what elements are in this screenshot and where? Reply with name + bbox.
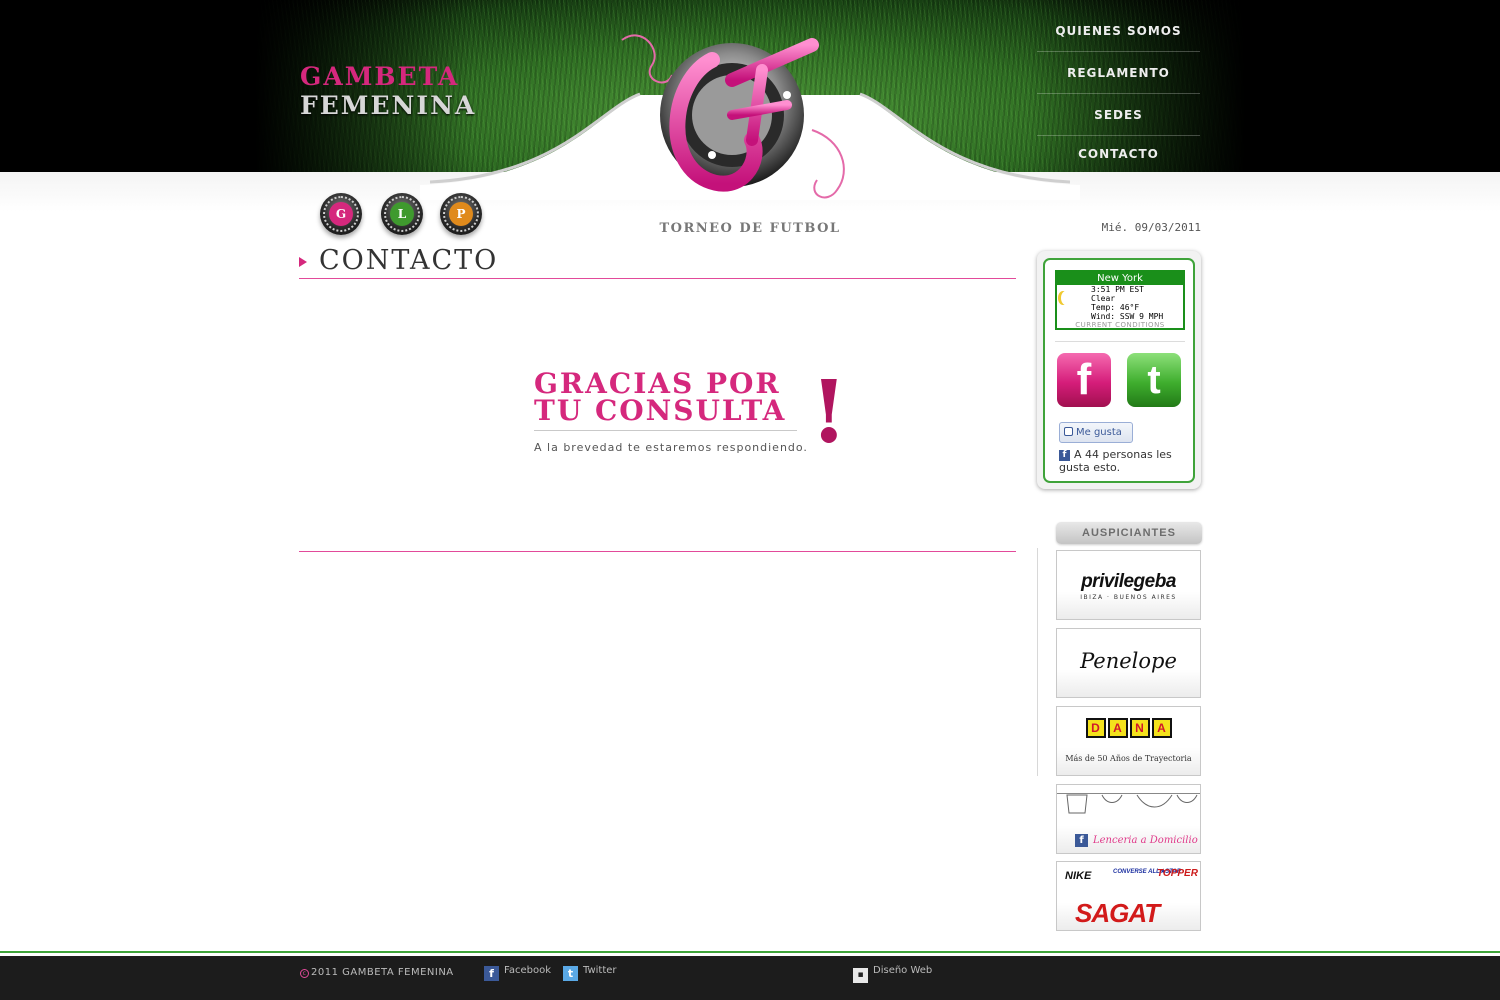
footer-facebook-label: Facebook <box>504 965 551 976</box>
gf-logo-emblem[interactable] <box>612 20 862 220</box>
sidebar-widget-box: New York 3:51 PM EST Clear Temp: 46°F Wi… <box>1037 251 1201 489</box>
sponsor-topper: TOPPER <box>1157 868 1198 879</box>
footer-design-link[interactable]: ▪ Diseño Web <box>853 965 932 983</box>
sponsor-lenceria-sub: Lenceria a Domicilio <box>1093 835 1198 846</box>
facebook-small-icon: f <box>1059 450 1070 461</box>
sponsor-dana[interactable]: DANA Más de 50 Años de Trayectoria <box>1056 706 1201 776</box>
round-button-p[interactable]: P <box>440 193 482 235</box>
twitter-button[interactable]: t <box>1127 353 1181 407</box>
exclamation-icon: ! <box>810 362 848 463</box>
brand-line1: GAMBETA <box>300 62 460 91</box>
facebook-icon: f <box>1076 355 1092 404</box>
round-button-g-letter: G <box>329 202 353 226</box>
lingerie-drawing <box>1066 794 1198 814</box>
facebook-icon: f <box>484 966 499 981</box>
copyright: c 2011 GAMBETA FEMENINA <box>300 967 454 978</box>
dana-letter: D <box>1085 718 1106 738</box>
weather-footer: CURRENT CONDITIONS <box>1075 321 1165 329</box>
brand-line2: FEMENINA <box>300 91 477 120</box>
sponsor-sagat-name: SAGAT <box>1075 898 1160 928</box>
sponsor-dana-sub: Más de 50 Años de Trayectoria <box>1065 754 1192 763</box>
tagline: TORNEO DE FUTBOL <box>659 221 841 236</box>
sponsor-privilegeba-name: privilegeba <box>1081 571 1176 592</box>
twitter-icon: t <box>1147 358 1161 402</box>
thanks-subtext: A la brevedad te estaremos respondiendo. <box>534 441 808 454</box>
twitter-icon: t <box>563 966 578 981</box>
round-button-p-letter: P <box>449 202 473 226</box>
title-arrow-icon <box>299 257 307 267</box>
footer-twitter-label: Twitter <box>583 965 617 976</box>
main-nav: QUIENES SOMOS REGLAMENTO SEDES CONTACTO <box>1037 10 1200 172</box>
section-title: CONTACTO <box>299 245 1016 279</box>
like-label: Me gusta <box>1076 427 1122 438</box>
sponsor-nike: NIKE <box>1065 870 1092 882</box>
moon-icon <box>1061 291 1071 305</box>
content-divider <box>299 551 1016 552</box>
sponsor-penelope[interactable]: Penelope <box>1056 628 1201 698</box>
dana-letter: A <box>1151 718 1172 738</box>
footer-facebook-link[interactable]: f Facebook <box>484 965 551 981</box>
weather-widget[interactable]: New York 3:51 PM EST Clear Temp: 46°F Wi… <box>1055 270 1185 330</box>
footer-accent-line <box>0 951 1500 953</box>
dana-letter: N <box>1129 718 1150 738</box>
weather-cond: Clear <box>1091 294 1116 303</box>
footer-twitter-link[interactable]: t Twitter <box>563 965 617 981</box>
weather-temp: Temp: 46°F <box>1091 303 1140 312</box>
speech-bubble-icon: ▪ <box>853 968 868 983</box>
thank-you-message: GRACIAS POR TU CONSULTA A la brevedad te… <box>534 360 848 470</box>
page: GAMBETA FEMENINA TORNEO DE FUTBOL QUIENE… <box>0 0 1500 1000</box>
weather-time: 3:51 PM EST <box>1091 285 1144 294</box>
sponsor-penelope-name: Penelope <box>1080 649 1177 673</box>
sponsor-privilegeba[interactable]: privilegeba IBIZA · BUENOS AIRES <box>1056 550 1201 620</box>
thumbs-up-icon <box>1064 427 1073 436</box>
round-button-l-letter: L <box>390 202 414 226</box>
weather-city: New York <box>1057 272 1183 285</box>
sponsors-title: AUSPICIANTES <box>1056 522 1202 544</box>
section-title-text: CONTACTO <box>319 245 499 276</box>
nav-contacto[interactable]: CONTACTO <box>1037 136 1200 172</box>
facebook-button[interactable]: f <box>1057 353 1111 407</box>
like-button[interactable]: Me gusta <box>1059 422 1133 443</box>
sidebar-divider <box>1037 548 1038 776</box>
copyright-text: 2011 GAMBETA FEMENINA <box>311 967 454 978</box>
sponsor-sagat[interactable]: NIKE CONVERSE ALL★STAR TOPPER SAGAT <box>1056 861 1201 931</box>
sponsor-privilegeba-sub: IBIZA · BUENOS AIRES <box>1080 594 1177 601</box>
dana-letter: A <box>1107 718 1128 738</box>
footer: c 2011 GAMBETA FEMENINA f Facebook t Twitte… <box>0 956 1500 1000</box>
footer-design-label: Diseño Web <box>873 965 933 976</box>
like-count: fA 44 personas les gusta esto. <box>1059 448 1189 474</box>
round-button-l[interactable]: L <box>381 193 423 235</box>
thanks-line2: TU CONSULTA <box>534 394 787 427</box>
like-count-text: A 44 personas les gusta esto. <box>1059 448 1172 474</box>
current-date: Mié. 09/03/2011 <box>1101 221 1201 234</box>
round-button-g[interactable]: G <box>320 193 362 235</box>
sponsor-lenceria[interactable]: f Lenceria a Domicilio <box>1056 784 1201 854</box>
weather-wind: Wind: SSW 9 MPH <box>1091 312 1164 321</box>
nav-reglamento[interactable]: REGLAMENTO <box>1037 52 1200 94</box>
nav-sedes[interactable]: SEDES <box>1037 94 1200 136</box>
facebook-small-icon: f <box>1075 834 1088 847</box>
copyright-icon: c <box>300 969 309 978</box>
nav-quienes-somos[interactable]: QUIENES SOMOS <box>1037 10 1200 52</box>
thanks-line1: GRACIAS POR <box>534 367 781 400</box>
brand-logo-text[interactable]: GAMBETA FEMENINA <box>300 62 476 120</box>
